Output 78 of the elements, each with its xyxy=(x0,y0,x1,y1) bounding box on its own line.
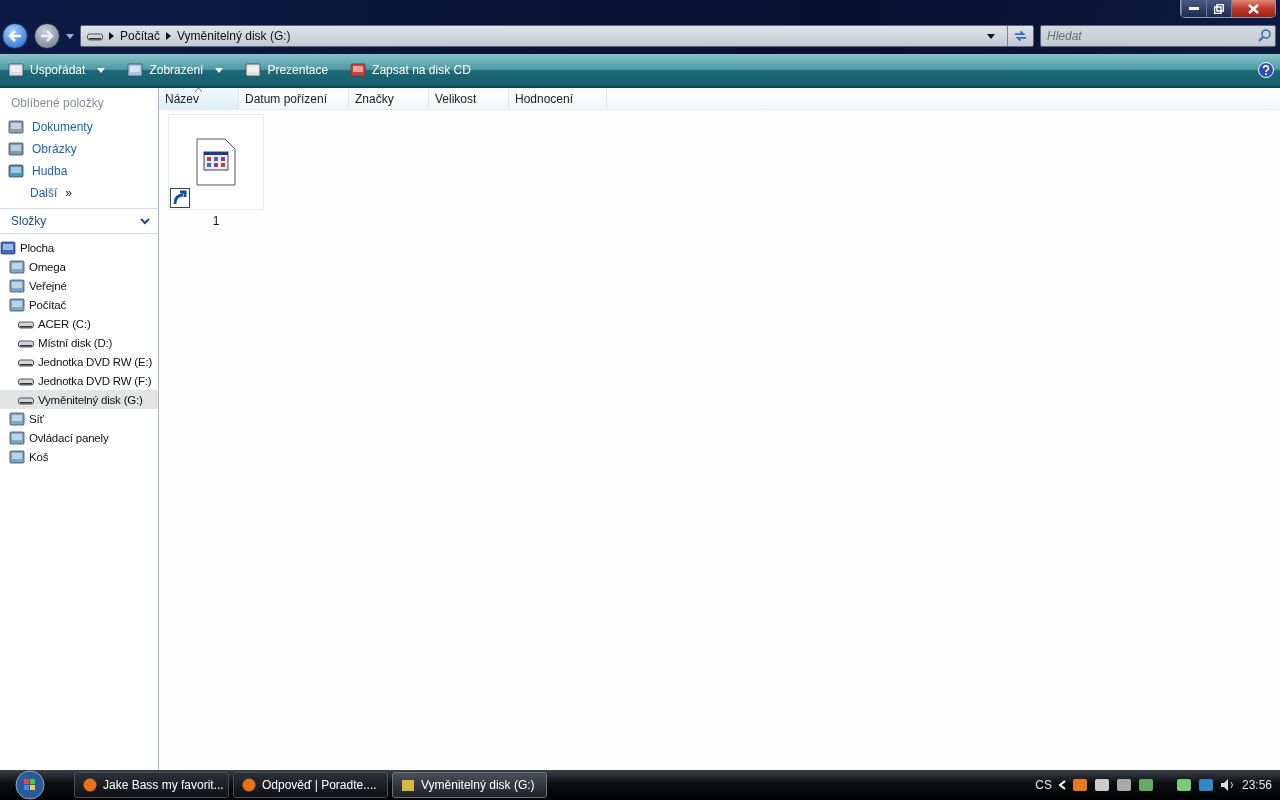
tree-item[interactable]: Omega xyxy=(0,257,158,276)
caret-icon xyxy=(215,67,224,73)
column-header[interactable]: Název xyxy=(159,88,239,109)
search-field[interactable]: Hledat xyxy=(1040,25,1276,47)
more-link[interactable]: Další » xyxy=(0,182,158,204)
tree-item-label: Vyměnitelný disk (G:) xyxy=(38,393,143,406)
tray-icon[interactable] xyxy=(1071,778,1088,792)
forward-button[interactable] xyxy=(34,23,60,49)
tree-item-label: Veřejné xyxy=(29,279,67,292)
speaker-icon[interactable] xyxy=(1219,778,1236,792)
tray-icon[interactable] xyxy=(1197,778,1214,792)
file-item[interactable]: 1 xyxy=(168,114,264,228)
search-icon[interactable] xyxy=(1258,29,1271,42)
minimize-button[interactable] xyxy=(1181,0,1206,17)
document-icon xyxy=(196,138,236,186)
tree-item-label: Plocha xyxy=(20,241,54,254)
show-hidden-icons-button[interactable] xyxy=(1057,780,1066,790)
tree-item-label: Ovládací panely xyxy=(29,431,109,444)
restore-icon xyxy=(1214,3,1224,14)
tree-item-label: Síť xyxy=(29,412,44,425)
tree-item[interactable]: Jednotka DVD RW (F:) xyxy=(0,371,158,390)
tree-item[interactable]: Místní disk (D:) xyxy=(0,333,158,352)
column-header[interactable]: Datum pořízení xyxy=(239,88,349,109)
breadcrumb[interactable]: Vyměnitelný disk (G:) xyxy=(177,29,291,43)
column-header[interactable]: Hodnocení xyxy=(509,88,607,109)
favorite-link[interactable]: Dokumenty xyxy=(0,116,158,138)
tree-item[interactable]: Ovládací panely xyxy=(0,428,158,447)
tree-item[interactable]: Veřejné xyxy=(0,276,158,295)
tray-icon[interactable] xyxy=(1115,778,1132,792)
favorites-heading: Oblíbené položky xyxy=(10,95,105,112)
back-button[interactable] xyxy=(2,23,28,49)
tree-item-label: Koš xyxy=(29,450,49,463)
tree-item-label: Místní disk (D:) xyxy=(38,336,113,349)
close-button[interactable] xyxy=(1231,0,1275,17)
tray-icon[interactable] xyxy=(1137,778,1154,792)
drive-icon xyxy=(87,30,103,42)
help-icon[interactable] xyxy=(1258,62,1274,78)
minimize-icon xyxy=(1189,7,1199,10)
chevron-icon xyxy=(166,32,172,40)
chevron-icon xyxy=(109,32,114,40)
column-header[interactable]: Značky xyxy=(349,88,429,109)
tree-item-label: Omega xyxy=(29,260,66,273)
toolbar-button[interactable]: Prezentace xyxy=(243,60,331,80)
caret-icon xyxy=(66,33,74,39)
taskbar-button[interactable]: Jake Bass my favorit... xyxy=(74,772,229,798)
favorite-link[interactable]: Obrázky xyxy=(0,138,158,160)
tree-item[interactable]: Vyměnitelný disk (G:) xyxy=(0,390,158,409)
tray-icon[interactable] xyxy=(1175,778,1192,792)
favorite-link[interactable]: Hudba xyxy=(0,160,158,182)
language-indicator[interactable]: CS xyxy=(1035,778,1052,792)
forward-arrow-icon xyxy=(40,30,54,42)
taskbar-button[interactable]: Odpověď | Poradte.... xyxy=(233,772,388,798)
toolbar-button[interactable]: Uspořádat xyxy=(6,60,108,80)
tree-item[interactable]: Koš xyxy=(0,447,158,466)
column-header[interactable]: Velikost xyxy=(429,88,509,109)
tree-item[interactable]: Síť xyxy=(0,409,158,428)
tree-item[interactable]: Jednotka DVD RW (E:) xyxy=(0,352,158,371)
tree-item-label: Jednotka DVD RW (F:) xyxy=(38,374,152,387)
restore-button[interactable] xyxy=(1206,0,1231,17)
close-icon xyxy=(1248,3,1259,14)
file-name: 1 xyxy=(212,214,220,228)
caret-icon xyxy=(97,67,106,73)
tree-item[interactable]: ACER (C:) xyxy=(0,314,158,333)
clock[interactable]: 23:56 xyxy=(1241,778,1272,792)
tree-item[interactable]: Počítač xyxy=(0,295,158,314)
tree-item-label: Počítač xyxy=(29,298,66,311)
caret-icon xyxy=(987,33,995,39)
breadcrumb[interactable]: Počítač xyxy=(120,29,161,43)
address-bar[interactable]: Počítač Vyměnitelný disk (G:) xyxy=(80,25,1034,47)
back-arrow-icon xyxy=(8,30,22,42)
toolbar-button[interactable]: Zapsat na disk CD xyxy=(348,60,473,80)
tree-item-label: ACER (C:) xyxy=(38,317,91,330)
folders-header[interactable]: Složky xyxy=(0,208,158,234)
toolbar-button[interactable]: Zobrazení xyxy=(125,60,226,80)
taskbar-button[interactable]: Vyměnitelný disk (G:) xyxy=(392,772,547,798)
tray-icon[interactable] xyxy=(1093,778,1110,792)
tree-item[interactable]: Plocha xyxy=(0,238,158,257)
tree-item-label: Jednotka DVD RW (E:) xyxy=(38,355,152,368)
